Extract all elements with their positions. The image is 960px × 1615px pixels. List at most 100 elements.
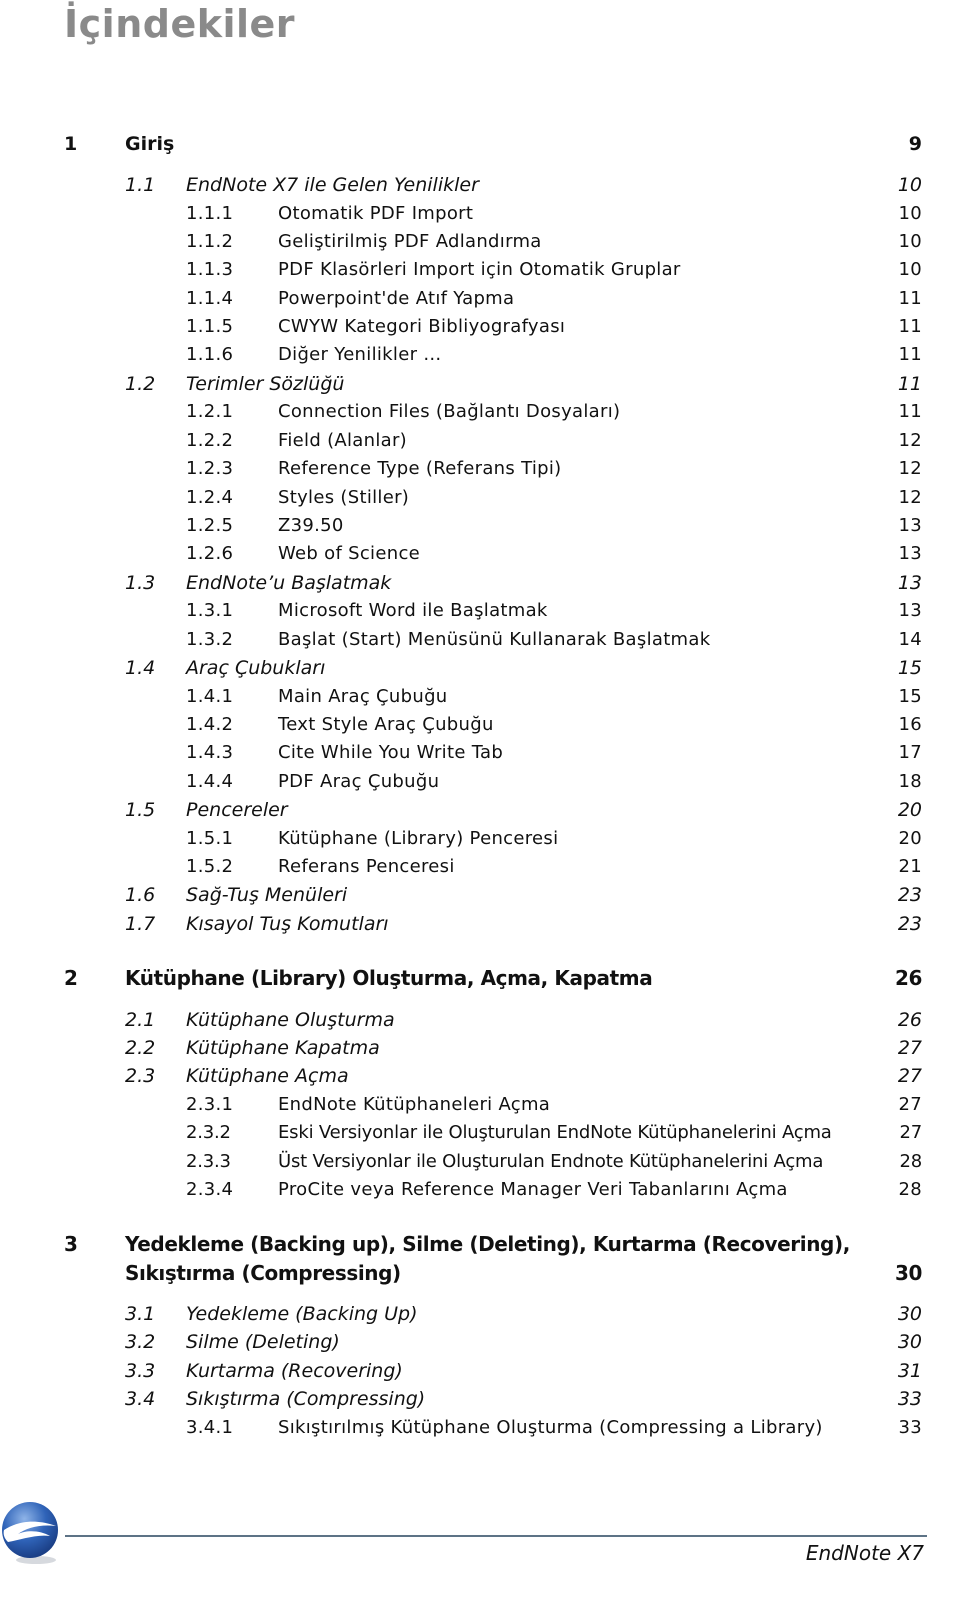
toc-entry-subsection[interactable]: 1.1.4 Powerpoint'de Atıf Yapma 11	[0, 285, 960, 313]
toc-page: 17	[898, 742, 922, 763]
toc-entry-section[interactable]: 2.3 Kütüphane Açma 27	[0, 1062, 960, 1090]
toc-label: Connection Files (Bağlantı Dosyaları)	[278, 401, 621, 422]
toc-entry-section[interactable]: 3.1 Yedekleme (Backing Up) 30	[0, 1300, 960, 1328]
toc-page: 30	[897, 1303, 922, 1325]
toc-label: Yedekleme (Backing Up)	[186, 1303, 418, 1325]
toc-number: 1	[64, 133, 78, 155]
toc-entry-subsection[interactable]: 1.4.4 PDF Araç Çubuğu 18	[0, 768, 960, 796]
toc-label: Eski Versiyonlar ile Oluşturulan EndNote…	[278, 1122, 832, 1143]
toc-entry-section[interactable]: 1.3 EndNote’u Başlatmak 13	[0, 569, 960, 597]
toc-entry-section[interactable]: 1.5 Pencereler 20	[0, 796, 960, 824]
toc-label-line2: Sıkıştırma (Compressing)	[125, 1261, 401, 1285]
toc-entry-subsection[interactable]: 1.4.2 Text Style Araç Çubuğu 16	[0, 711, 960, 739]
toc-entry-section[interactable]: 3.2 Silme (Deleting) 30	[0, 1328, 960, 1356]
toc-number: 1.3	[125, 572, 156, 594]
toc-number: 1.1.1	[186, 203, 234, 224]
toc-label: Sıkıştırılmış Kütüphane Oluşturma (Compr…	[278, 1417, 823, 1438]
toc-entry-subsection[interactable]: 1.1.3 PDF Klasörleri Import için Otomati…	[0, 256, 960, 284]
toc-entry-subsection[interactable]: 1.4.1 Main Araç Çubuğu 15	[0, 683, 960, 711]
toc-page: 21	[898, 856, 922, 877]
toc-entry-subsection[interactable]: 2.3.2 Eski Versiyonlar ile Oluşturulan E…	[0, 1119, 960, 1147]
toc-label: Yedekleme (Backing up), Silme (Deleting)…	[125, 1232, 850, 1256]
toc-entry-chapter[interactable]: 1 Giriş 9	[0, 130, 960, 158]
toc-label: EndNote X7 ile Gelen Yenilikler	[186, 174, 479, 196]
toc-page: 11	[898, 288, 922, 309]
toc-number: 1.4.1	[186, 686, 234, 707]
toc-label: Pencereler	[186, 799, 288, 821]
toc-entry-subsection[interactable]: 1.1.1 Otomatik PDF Import 10	[0, 200, 960, 228]
toc-entry-subsection[interactable]: 1.1.2 Geliştirilmiş PDF Adlandırma 10	[0, 228, 960, 256]
toc-label: Kütüphane (Library) Penceresi	[278, 828, 559, 849]
toc-label: Otomatik PDF Import	[278, 203, 474, 224]
toc-number: 1.2	[125, 373, 156, 395]
toc-entry-section[interactable]: 2.2 Kütüphane Kapatma 27	[0, 1034, 960, 1062]
toc-number: 1.2.6	[186, 543, 234, 564]
toc-entry-subsection[interactable]: 1.2.6 Web of Science 13	[0, 540, 960, 568]
toc-number: 2.3.2	[186, 1122, 231, 1143]
toc-entry-section[interactable]: 2.1 Kütüphane Oluşturma 26	[0, 1006, 960, 1034]
toc-number: 1.2.4	[186, 487, 234, 508]
toc-entry-subsection[interactable]: 1.2.1 Connection Files (Bağlantı Dosyala…	[0, 398, 960, 426]
toc-label: Microsoft Word ile Başlatmak	[278, 600, 548, 621]
toc-entry-section[interactable]: 1.6 Sağ-Tuş Menüleri 23	[0, 881, 960, 909]
toc-entry-section[interactable]: 1.4 Araç Çubukları 15	[0, 654, 960, 682]
toc-label: Silme (Deleting)	[186, 1331, 340, 1353]
toc-entry-section[interactable]: 1.1 EndNote X7 ile Gelen Yenilikler 10	[0, 171, 960, 199]
toc-label: Web of Science	[278, 543, 421, 564]
toc-entry-section[interactable]: 3.4 Sıkıştırma (Compressing) 33	[0, 1385, 960, 1413]
toc-page: 26	[894, 966, 922, 990]
toc-number: 1.6	[125, 884, 156, 906]
toc-entry-subsection[interactable]: 1.4.3 Cite While You Write Tab 17	[0, 739, 960, 767]
toc-number: 3.3	[125, 1360, 156, 1382]
toc-entry-subsection[interactable]: 1.2.5 Z39.50 13	[0, 512, 960, 540]
toc-label: Z39.50	[278, 515, 344, 536]
toc-page: 11	[898, 316, 922, 337]
toc-entry-subsection[interactable]: 1.1.5 CWYW Kategori Bibliyografyası 11	[0, 313, 960, 341]
toc-number: 1.4.3	[186, 742, 234, 763]
toc-label: Cite While You Write Tab	[278, 742, 504, 763]
toc-number: 1.3.1	[186, 600, 234, 621]
toc-number: 2.1	[125, 1009, 156, 1031]
toc-page: 11	[897, 373, 922, 395]
toc-entry-subsection[interactable]: 1.3.2 Başlat (Start) Menüsünü Kullanarak…	[0, 626, 960, 654]
toc-page: 9	[908, 133, 922, 155]
toc-number: 2.2	[125, 1037, 156, 1059]
footer-product-name: EndNote X7	[805, 1541, 924, 1565]
toc-entry-subsection[interactable]: 2.3.3 Üst Versiyonlar ile Oluşturulan En…	[0, 1148, 960, 1176]
toc-label: Text Style Araç Çubuğu	[278, 714, 494, 735]
toc-entry-chapter[interactable]: 2 Kütüphane (Library) Oluşturma, Açma, K…	[0, 964, 960, 992]
toc-entry-section[interactable]: 3.3 Kurtarma (Recovering) 31	[0, 1357, 960, 1385]
toc-page: 23	[897, 884, 922, 906]
toc-page: 31	[897, 1360, 922, 1382]
toc-entry-subsection[interactable]: 2.3.1 EndNote Kütüphaneleri Açma 27	[0, 1091, 960, 1119]
toc-label: Geliştirilmiş PDF Adlandırma	[278, 231, 542, 252]
toc-label: Kütüphane Açma	[186, 1065, 349, 1087]
toc-entry-chapter[interactable]: 3 Yedekleme (Backing up), Silme (Deletin…	[0, 1230, 960, 1258]
toc-number: 1.5.1	[186, 828, 234, 849]
toc-page: 11	[898, 401, 922, 422]
toc-number: 1.5.2	[186, 856, 234, 877]
toc-label: Kütüphane Kapatma	[186, 1037, 380, 1059]
page-title: İçindekiler	[64, 2, 296, 46]
toc-entry-subsection[interactable]: 1.2.3 Reference Type (Referans Tipi) 12	[0, 455, 960, 483]
toc-entry-section[interactable]: 1.7 Kısayol Tuş Komutları 23	[0, 910, 960, 938]
toc-entry-subsection[interactable]: 1.1.6 Diğer Yenilikler … 11	[0, 341, 960, 369]
toc-page: 13	[898, 515, 922, 536]
toc-entry-subsection[interactable]: 1.3.1 Microsoft Word ile Başlatmak 13	[0, 597, 960, 625]
toc-entry-subsection[interactable]: 1.2.4 Styles (Stiller) 12	[0, 484, 960, 512]
toc-entry-subsection[interactable]: 3.4.1 Sıkıştırılmış Kütüphane Oluşturma …	[0, 1414, 960, 1442]
toc-label: Field (Alanlar)	[278, 430, 407, 451]
toc-entry-section[interactable]: 1.2 Terimler Sözlüğü 11	[0, 370, 960, 398]
toc-page: 27	[899, 1122, 922, 1143]
toc-label: Üst Versiyonlar ile Oluşturulan Endnote …	[278, 1151, 824, 1172]
toc-entry-subsection[interactable]: 1.2.2 Field (Alanlar) 12	[0, 427, 960, 455]
toc-entry-subsection[interactable]: 1.5.2 Referans Penceresi 21	[0, 853, 960, 881]
toc-number: 1.1.4	[186, 288, 234, 309]
toc-entry-chapter-continued[interactable]: Sıkıştırma (Compressing) 30	[0, 1259, 960, 1287]
toc-label: Diğer Yenilikler …	[278, 344, 442, 365]
toc-entry-subsection[interactable]: 2.3.4 ProCite veya Reference Manager Ver…	[0, 1176, 960, 1204]
toc-number: 3	[64, 1232, 78, 1256]
toc-page: 13	[898, 543, 922, 564]
toc-entry-subsection[interactable]: 1.5.1 Kütüphane (Library) Penceresi 20	[0, 825, 960, 853]
toc-page: 20	[897, 799, 922, 821]
